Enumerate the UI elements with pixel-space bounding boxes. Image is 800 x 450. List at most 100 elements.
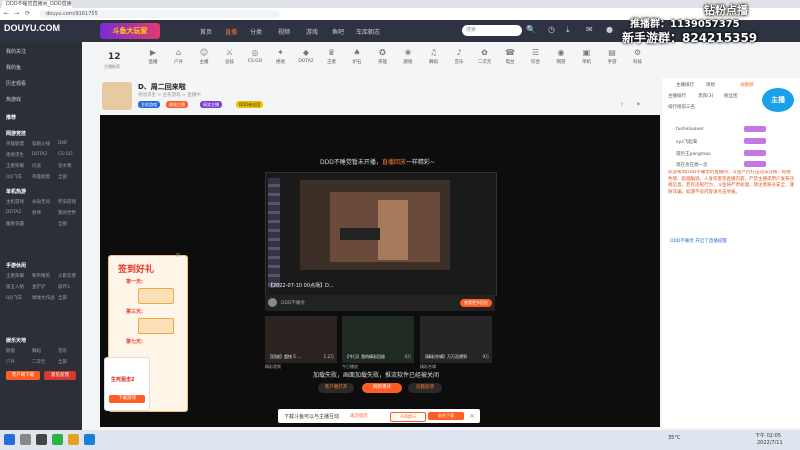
sidebar-item-hot[interactable]: 热游戏 bbox=[6, 96, 21, 103]
sidebar-item-follow[interactable]: 我的关注 bbox=[6, 48, 26, 55]
sidebar-cell[interactable]: 舞蹈 bbox=[32, 348, 41, 354]
sidebar-cell[interactable]: 火影忍者 bbox=[58, 273, 76, 279]
nav-live[interactable]: 直播 bbox=[225, 27, 237, 36]
client-download-button[interactable]: 客户端下载 bbox=[6, 371, 40, 380]
taskbar-app[interactable] bbox=[36, 434, 47, 445]
rank-user[interactable]: fusheliuaoer bbox=[676, 127, 704, 132]
replay-link[interactable]: 直播回放 bbox=[382, 159, 406, 166]
rank-header[interactable]: 主播排行 bbox=[676, 82, 694, 88]
start-icon[interactable] bbox=[4, 434, 15, 445]
message-icon[interactable]: ✉ bbox=[586, 25, 593, 34]
nav-home[interactable]: 首页 bbox=[200, 27, 212, 36]
replay-thumb[interactable]: 【今日】我的精彩回放 4万 bbox=[342, 316, 414, 363]
sidebar-cell[interactable]: 魔兽争霸 bbox=[6, 221, 24, 227]
more-replay-button[interactable]: 查看更多回放 bbox=[460, 299, 492, 307]
nav-garage[interactable]: 车库朝志 bbox=[356, 27, 380, 36]
sidebar-cell[interactable]: CS:GO bbox=[58, 152, 73, 157]
rank-week[interactable]: 周榜 bbox=[706, 82, 715, 88]
sidebar-cell[interactable]: 我的世界 bbox=[58, 210, 76, 216]
rank-contrib[interactable]: 贡献榜 bbox=[740, 82, 754, 88]
feedback-button[interactable]: 意见反馈 bbox=[44, 371, 76, 380]
sidebar-cell[interactable]: 颜值 bbox=[6, 348, 15, 354]
report-problem-button[interactable]: 问题反馈 bbox=[408, 383, 442, 393]
nav-yuba[interactable]: 鱼吧 bbox=[332, 27, 344, 36]
history-icon[interactable]: ◷ bbox=[548, 25, 555, 34]
sidebar-cell[interactable]: QQ飞车 bbox=[6, 295, 22, 301]
site-logo[interactable]: DOUYU.COM bbox=[4, 23, 60, 33]
sidebar-cell[interactable]: 问道 bbox=[32, 163, 41, 169]
sidebar-cell[interactable]: 永劫无间 bbox=[32, 199, 50, 205]
nav-video[interactable]: 视频 bbox=[278, 27, 290, 36]
replay-title[interactable]: 【2022-07-10 00点场】D... bbox=[268, 282, 334, 289]
rank-user[interactable]: xyz飞起来 bbox=[676, 139, 697, 145]
sidebar-cell[interactable]: 穿越火线 bbox=[32, 141, 50, 147]
sidebar-section-title[interactable]: 单机热游 bbox=[6, 188, 26, 195]
close-icon[interactable]: × bbox=[469, 412, 475, 420]
sidebar-cell[interactable]: 金铲铲 bbox=[32, 284, 46, 290]
game-ad[interactable]: 生死狙击2 下载游戏 bbox=[104, 357, 150, 411]
download-icon[interactable]: ⤓ bbox=[566, 25, 570, 35]
sidebar-cell[interactable]: 音乐 bbox=[58, 348, 67, 354]
taskbar-app[interactable] bbox=[84, 434, 95, 445]
retry-button[interactable]: 刷新重试 bbox=[362, 383, 402, 393]
sidebar-recommend[interactable]: 推荐 bbox=[6, 114, 16, 121]
sidebar-cell[interactable]: 王者荣耀 bbox=[6, 273, 24, 279]
back-icon[interactable]: ← bbox=[4, 10, 9, 17]
search-icon[interactable]: 🔍 bbox=[526, 25, 536, 34]
report-icon[interactable]: ⚑ bbox=[636, 102, 640, 108]
forward-icon[interactable]: → bbox=[14, 10, 19, 17]
sidebar-cell[interactable]: 全部 bbox=[58, 174, 67, 180]
sidebar-cell[interactable]: 球球大作战 bbox=[32, 295, 55, 301]
taskbar-app[interactable] bbox=[68, 434, 79, 445]
replay-thumb[interactable]: 【回放】超快 5 ... 1.2万 bbox=[265, 316, 337, 363]
sidebar-cell[interactable]: 主机游戏 bbox=[6, 199, 24, 205]
ad-download-button[interactable]: 下载游戏 bbox=[109, 395, 145, 403]
search-input[interactable]: 搜索 bbox=[462, 25, 522, 36]
toast-download-button[interactable]: 前往下载 bbox=[428, 412, 464, 420]
toast-cancel-button[interactable]: 不再提示 bbox=[390, 412, 426, 422]
streamer-tag[interactable]: 搞笑主播 bbox=[200, 101, 222, 108]
sidebar-cell[interactable]: 第五人格 bbox=[6, 284, 24, 290]
open-client-button[interactable]: 客户端打开 bbox=[318, 383, 354, 393]
category-item[interactable]: ⚙ 科技 bbox=[621, 48, 655, 65]
sidebar-cell[interactable]: 怀旧游戏 bbox=[58, 199, 76, 205]
sidebar-cell[interactable]: 全部 bbox=[58, 295, 67, 301]
sidebar-cell[interactable]: QQ飞车 bbox=[6, 174, 22, 180]
sidebar-cell[interactable]: 户外 bbox=[6, 359, 15, 365]
nav-game[interactable]: 游戏 bbox=[306, 27, 318, 36]
rank-user[interactable]: 现在也在想一念 bbox=[676, 162, 708, 168]
toast-link[interactable]: 再次提示 bbox=[350, 413, 368, 419]
streamer-tag[interactable]: DDD粉丝团 bbox=[236, 101, 264, 108]
replay-thumb[interactable]: 【精彩合辑】万万没想到 9万 bbox=[420, 316, 492, 363]
taskbar-app[interactable] bbox=[52, 434, 63, 445]
sidebar-cell[interactable]: DOTA2 bbox=[6, 210, 21, 215]
sidebar-cell[interactable]: DNF bbox=[58, 141, 67, 146]
streamer-meta[interactable]: 绝地求生 > 主机游戏 > 直播中 bbox=[138, 92, 201, 98]
avatar[interactable]: ● bbox=[606, 25, 613, 34]
sidebar-section-title[interactable]: 手游休闲 bbox=[6, 262, 26, 269]
tab-vip[interactable]: 贵宾(3) bbox=[698, 93, 713, 99]
sidebar-cell[interactable]: 英雄联盟 bbox=[6, 141, 24, 147]
sidebar-cell[interactable]: 王者荣耀 bbox=[6, 163, 24, 169]
streamer-avatar[interactable] bbox=[102, 82, 132, 110]
sidebar-item-history[interactable]: 历史观看 bbox=[6, 80, 26, 87]
sidebar-cell[interactable]: 全部 bbox=[58, 359, 67, 365]
streamer-tag[interactable]: 最强主播 bbox=[166, 101, 188, 108]
share-icon[interactable]: ⇪ bbox=[620, 102, 624, 108]
tab-rank[interactable]: 主播排行 bbox=[668, 93, 686, 99]
sidebar-cell[interactable]: 二次元 bbox=[32, 359, 46, 365]
refresh-icon[interactable]: ⟳ bbox=[25, 10, 30, 17]
sidebar-section-title[interactable]: 网游竞技 bbox=[6, 130, 26, 137]
sidebar-cell[interactable]: 绝地求生 bbox=[6, 152, 24, 158]
sidebar-cell[interactable]: 全部 bbox=[58, 221, 67, 227]
nav-category[interactable]: 分类 bbox=[250, 27, 262, 36]
sidebar-cell[interactable]: DOTA2 bbox=[32, 152, 47, 157]
url-field[interactable]: douyu.com/9161755 bbox=[40, 10, 280, 18]
promo-close-icon[interactable]: × bbox=[175, 251, 181, 259]
rank-user[interactable]: 冒险王pangmao bbox=[676, 151, 711, 157]
tab-fans[interactable]: 粉丝团 bbox=[724, 93, 738, 99]
streamer-tag[interactable]: 主机游戏 bbox=[138, 101, 160, 108]
sidebar-section-title[interactable]: 娱乐天地 bbox=[6, 337, 26, 344]
sidebar-cell[interactable]: 原神 bbox=[32, 210, 41, 216]
sidebar-item-fish[interactable]: 我的鱼 bbox=[6, 64, 21, 71]
